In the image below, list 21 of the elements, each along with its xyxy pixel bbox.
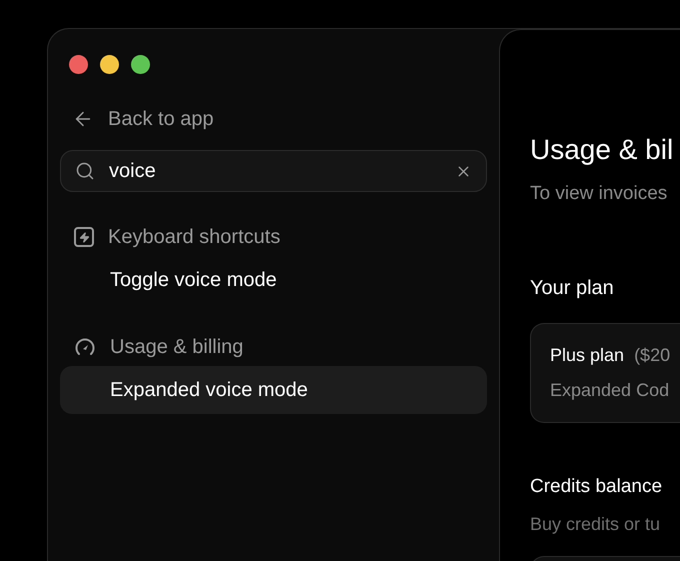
back-link[interactable]: Back to app [72,104,214,134]
window-control[interactable] [131,55,150,74]
page-subtitle: To view invoices [530,182,668,206]
section-heading: Credits balance [530,474,664,498]
gauge-icon [74,336,96,358]
page-title: Usage & bil [530,133,674,167]
search-icon [75,161,95,181]
plan-price: ($20 [634,344,670,367]
plan-description: Expanded Cod [550,378,670,402]
section-heading: Your plan [530,276,615,300]
lightning-box-icon [74,227,94,247]
window-control[interactable] [69,55,88,74]
search-field[interactable]: voice [109,156,455,186]
window-control[interactable] [100,55,119,74]
section-heading: Keyboard shortcuts [108,225,280,250]
plan-name: Plus plan [550,344,624,367]
result-item[interactable]: Expanded voice mode [60,366,487,414]
credits-description: Buy credits or tu [530,513,662,536]
section-heading: Usage & billing [110,335,244,360]
result-item[interactable]: Toggle voice mode [60,256,487,304]
search-bar[interactable]: voice [60,150,487,192]
